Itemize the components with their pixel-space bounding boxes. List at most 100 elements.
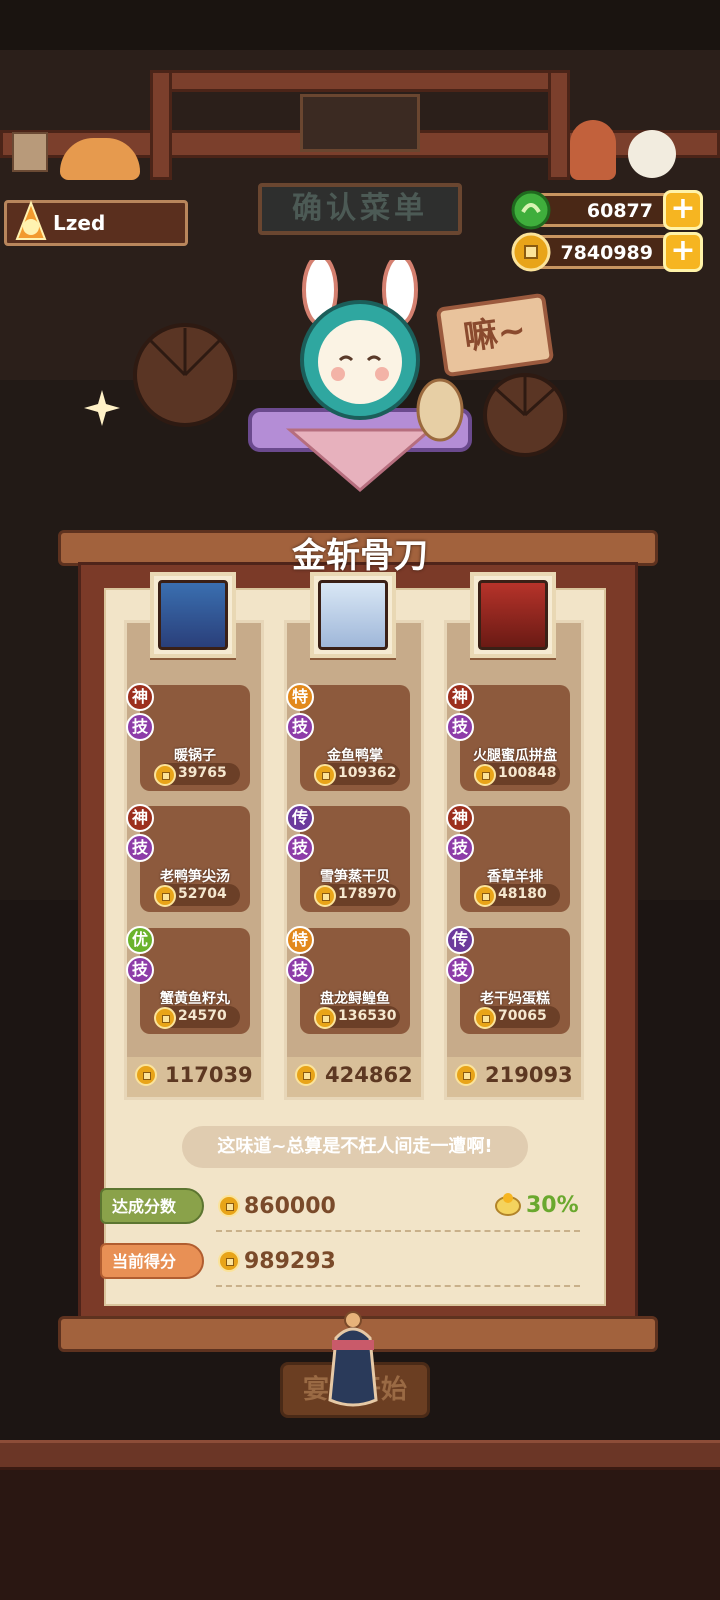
chef-avatar (478, 580, 548, 650)
skill-badge: 技 (446, 956, 474, 984)
chef-portrait-3[interactable] (470, 572, 556, 658)
current-score-label: 当前得分 (100, 1243, 204, 1279)
coin-icon (154, 764, 176, 786)
skill-badge: 技 (446, 834, 474, 862)
dish-card[interactable]: 神 技 老鸭笋尖汤 52704 (126, 804, 250, 912)
add-jade-button[interactable]: + (663, 190, 703, 230)
coin-icon (314, 1007, 336, 1029)
coin-icon (474, 1007, 496, 1029)
dish-name: 金鱼鸭掌 (327, 748, 383, 764)
tier-badge: 神 (126, 683, 154, 711)
chef-avatar (158, 580, 228, 650)
dish-card[interactable]: 神 技 火腿蜜瓜拼盘 100848 (446, 683, 570, 791)
dish-price: 136530 (314, 1006, 400, 1029)
coin-icon (474, 764, 496, 786)
dish-card[interactable]: 传 技 雪笋蒸干贝 178970 (286, 804, 410, 912)
tier-badge: 神 (446, 683, 474, 711)
chef-portrait-1[interactable] (150, 572, 236, 658)
dish-price-value: 39765 (178, 765, 227, 781)
floor-beam (0, 1440, 720, 1470)
coin-icon (154, 1007, 176, 1029)
coin-icon (314, 764, 336, 786)
bonus-percent-value: 30% (526, 1193, 579, 1218)
dish-price: 39765 (154, 763, 240, 786)
dish-price: 24570 (154, 1006, 240, 1029)
jade-amount: 60877 (586, 200, 653, 222)
dish-card[interactable]: 特 技 金鱼鸭掌 109362 (286, 683, 410, 791)
coin-currency-bar: 7840989 + (511, 232, 703, 272)
menu-confirm-sign: 确认菜单 (258, 183, 462, 235)
coin-icon (218, 1250, 240, 1272)
hanging-plaque (300, 94, 420, 152)
dish-price-value: 70065 (498, 1008, 547, 1024)
character-decoration (570, 120, 616, 180)
player-avatar-icon (15, 200, 47, 240)
dish-name: 雪笋蒸干贝 (320, 869, 390, 885)
column-total-value: 117039 (165, 1063, 253, 1087)
current-score-value: 989293 (244, 1249, 336, 1274)
skill-badge: 技 (446, 713, 474, 741)
tier-badge: 优 (126, 926, 154, 954)
coin-icon (455, 1064, 477, 1086)
chef-portrait-2[interactable] (310, 572, 396, 658)
coin-icon (314, 885, 336, 907)
current-score: 989293 (218, 1249, 336, 1274)
dish-price: 52704 (154, 884, 240, 907)
left-fan-decoration (133, 323, 237, 427)
dish-name: 老鸭笋尖汤 (160, 869, 230, 885)
dish-price: 109362 (314, 763, 400, 786)
dish-card[interactable]: 神 技 香草羊排 48180 (446, 804, 570, 912)
column-total: 424862 (287, 1057, 421, 1097)
coin-icon (154, 885, 176, 907)
scroll-tassel-icon (328, 1311, 378, 1407)
coin-icon (295, 1064, 317, 1086)
game-screen: 确认菜单 Lzed 60877 + 7840989 + 嘛~ 金斩骨刀 1170… (0, 0, 720, 1600)
skill-badge: 技 (286, 834, 314, 862)
dish-card[interactable]: 特 技 盘龙鲟鳇鱼 136530 (286, 926, 410, 1034)
dish-card[interactable]: 神 技 暖锅子 39765 (126, 683, 250, 791)
dish-price-value: 109362 (338, 765, 397, 781)
bonus-icon (495, 1193, 521, 1216)
skill-badge: 技 (286, 956, 314, 984)
player-name: Lzed (53, 211, 106, 235)
dish-card[interactable]: 传 技 老干妈蛋糕 70065 (446, 926, 570, 1034)
add-coin-button[interactable]: + (663, 232, 703, 272)
dish-name: 老干妈蛋糕 (480, 991, 550, 1007)
coin-icon (474, 885, 496, 907)
target-score: 860000 (218, 1194, 336, 1219)
dish-price-value: 136530 (338, 1008, 397, 1024)
dish-price: 70065 (474, 1006, 560, 1029)
jade-currency-bar: 60877 + (511, 190, 703, 230)
paw-box-icon (12, 132, 48, 172)
target-score-label: 达成分数 (100, 1188, 204, 1224)
dish-price-value: 100848 (498, 765, 557, 781)
divider (216, 1285, 580, 1287)
bonus-percent: 30% (494, 1192, 579, 1218)
player-badge[interactable]: Lzed (4, 200, 188, 246)
dish-name: 暖锅子 (174, 748, 216, 764)
review-quote: 这味道~总算是不枉人间走一遭啊! (182, 1126, 528, 1168)
tier-badge: 神 (446, 804, 474, 832)
tier-badge: 特 (286, 683, 314, 711)
dish-price: 178970 (314, 884, 400, 907)
dish-card[interactable]: 优 技 蟹黄鱼籽丸 24570 (126, 926, 250, 1034)
panel-title: 金斩骨刀 (292, 536, 428, 576)
coin-amount: 7840989 (560, 242, 653, 264)
target-score-value: 860000 (244, 1194, 336, 1219)
tier-badge: 特 (286, 926, 314, 954)
tier-badge: 传 (446, 926, 474, 954)
roof-beams (0, 50, 720, 190)
sparkle-icon (84, 390, 120, 426)
column-total: 219093 (447, 1057, 581, 1097)
dish-price-value: 24570 (178, 1008, 227, 1024)
dish-name: 火腿蜜瓜拼盘 (473, 748, 557, 764)
tier-badge: 传 (286, 804, 314, 832)
dish-price: 48180 (474, 884, 560, 907)
dish-price-value: 178970 (338, 886, 397, 902)
dish-name: 蟹黄鱼籽丸 (160, 991, 230, 1007)
white-cat-decoration (628, 130, 676, 178)
chef-avatar (318, 580, 388, 650)
dish-name: 盘龙鲟鳇鱼 (320, 991, 390, 1007)
skill-badge: 技 (126, 956, 154, 984)
column-total: 117039 (127, 1057, 261, 1097)
